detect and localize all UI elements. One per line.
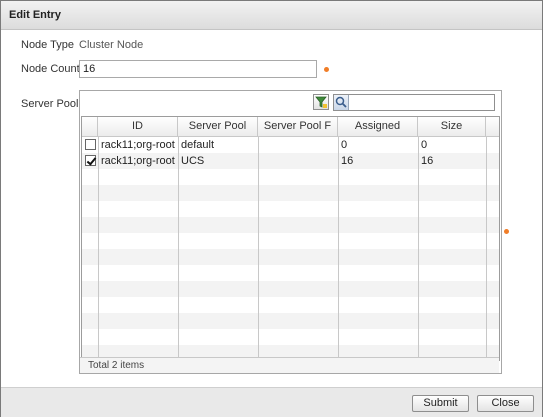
empty-row [82,329,499,345]
node-count-label: Node Count [21,63,80,75]
table-header: ID Server Pool Server Pool F Assigned Si… [82,117,499,137]
empty-row [82,313,499,329]
node-type-value: Cluster Node [79,39,144,51]
required-dot-icon [324,67,329,72]
node-type-label: Node Type [21,39,75,51]
cell-server-pool-f [258,137,338,153]
table-footer: Total 2 items [80,357,499,373]
node-count-input[interactable] [79,60,317,78]
dialog-titlebar: Edit Entry [1,1,542,30]
filter-icon [315,96,327,108]
column-divider [418,137,419,359]
empty-row [82,281,499,297]
search-input[interactable] [350,95,496,110]
empty-row [82,297,499,313]
column-header-size[interactable]: Size [418,117,486,136]
cell-assigned: 16 [341,155,354,167]
row-checkbox[interactable] [85,139,96,150]
cell-server-pool: default [181,139,215,151]
server-pool-panel: ID Server Pool Server Pool F Assigned Si… [79,90,502,374]
empty-row [82,217,499,233]
column-divider [258,137,259,359]
column-divider [178,137,179,359]
search-icon[interactable] [334,95,349,110]
row-checkbox[interactable] [85,155,96,166]
cell-id: rack11;org-root [101,155,175,167]
empty-row [82,185,499,201]
cell-server-pool: UCS [181,155,205,167]
cell-id: rack11;org-root [101,139,175,151]
cell-size: 0 [421,139,428,151]
server-pool-label: Server Pool [21,98,79,110]
empty-row [82,201,499,217]
column-divider [486,137,487,359]
empty-row [82,249,499,265]
empty-row [82,233,499,249]
search-box [333,94,496,111]
empty-row [82,265,499,281]
column-divider [98,137,99,359]
required-dot-icon [504,229,509,234]
cell-assigned: 0 [341,139,348,151]
column-divider [338,137,339,359]
button-bar: Submit Close [1,387,542,417]
column-header-id[interactable]: ID [98,117,178,136]
column-header-server-pool[interactable]: Server Pool [178,117,258,136]
magnifier-icon [335,96,347,108]
column-header-server-pool-f[interactable]: Server Pool F [258,117,338,136]
cell-size: 16 [421,155,434,167]
select-column-header[interactable] [82,117,98,136]
filter-button[interactable] [313,94,329,110]
edit-entry-dialog: Edit Entry Node Type Cluster Node Node C… [0,0,543,417]
table-body: rack11;org-root default 0 0 rack11;org-r… [82,137,499,359]
column-header-assigned[interactable]: Assigned [338,117,418,136]
dialog-title: Edit Entry [9,9,61,21]
table-row[interactable]: rack11;org-root UCS 16 16 [82,153,499,169]
cell-server-pool-f [258,153,338,169]
total-items-count: Total 2 items [88,360,145,371]
table-row[interactable]: rack11;org-root default 0 0 [82,137,499,153]
close-button[interactable]: Close [477,395,534,412]
empty-row [82,169,499,185]
server-pool-table: ID Server Pool Server Pool F Assigned Si… [81,116,500,361]
submit-button[interactable]: Submit [412,395,469,412]
